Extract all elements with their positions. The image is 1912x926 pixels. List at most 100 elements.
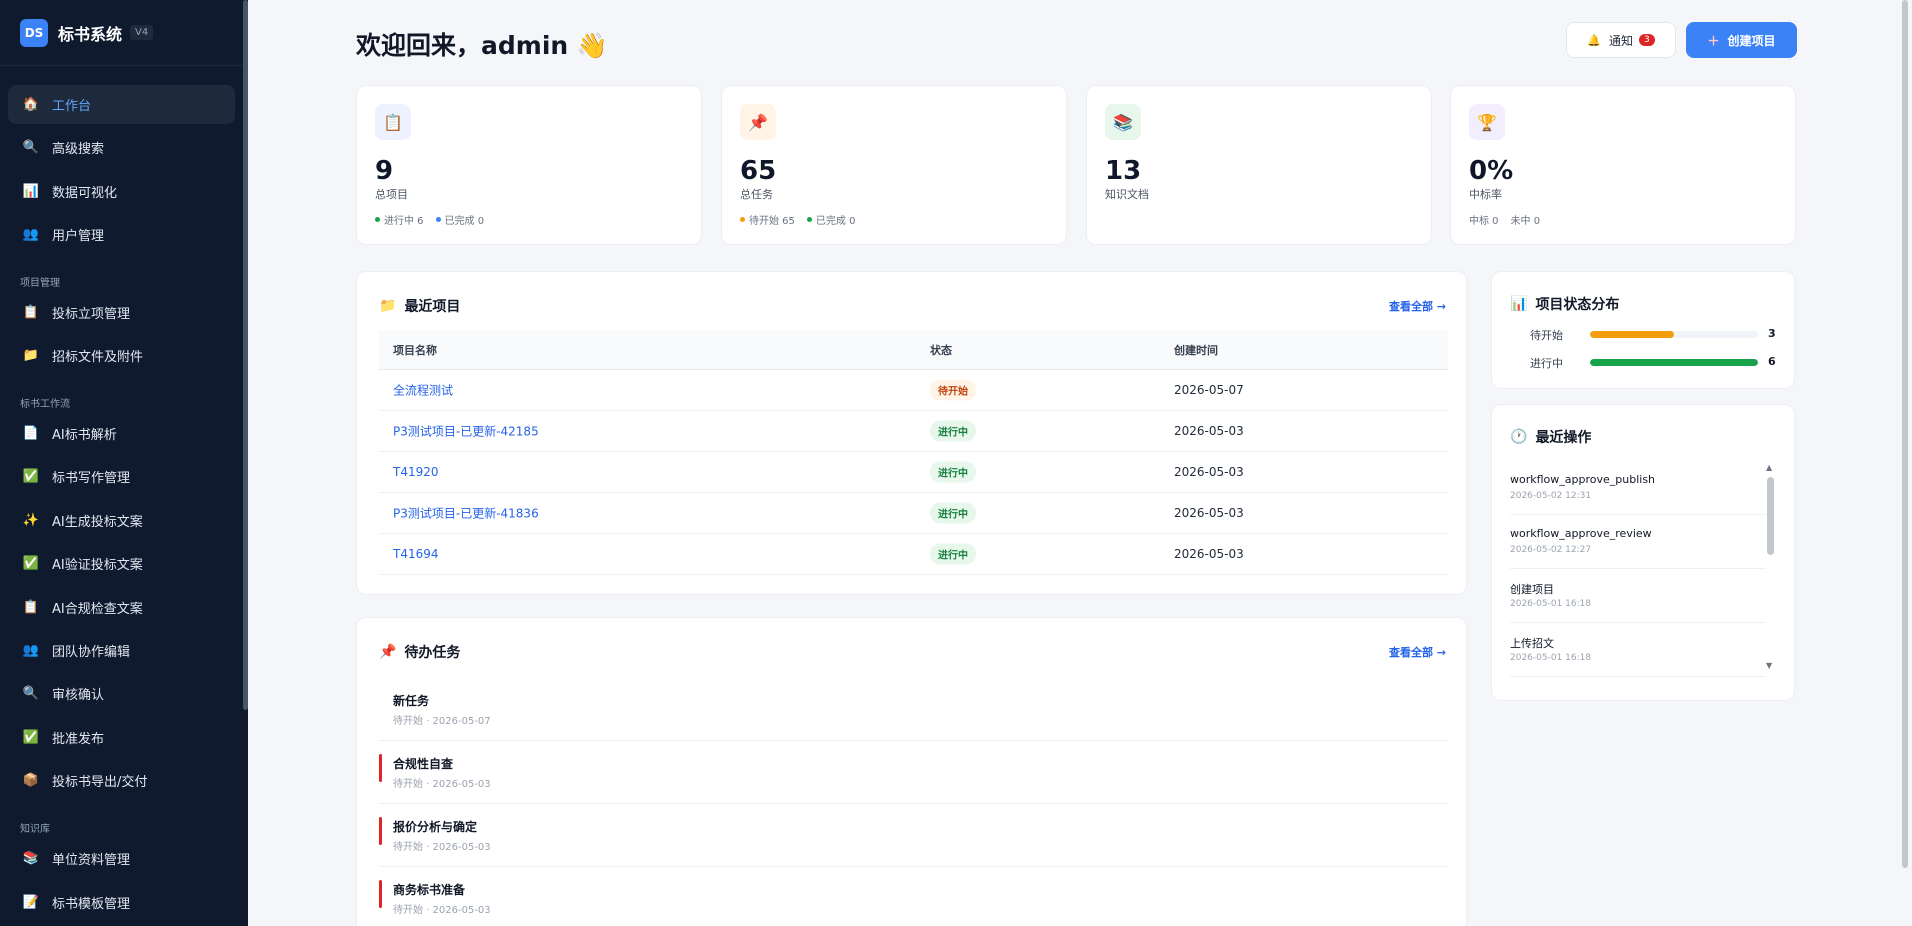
- task-item[interactable]: 报价分析与确定 待开始 · 2026-05-03: [379, 804, 1448, 867]
- table-row[interactable]: T41920 进行中 2026-05-03: [379, 452, 1448, 493]
- stat-sub-text: 已完成 0: [444, 216, 485, 227]
- operation-time: 2026-05-02 12:27: [1510, 545, 1592, 555]
- check-icon: ✅: [22, 556, 40, 571]
- operation-title: 上传招文: [1510, 637, 1554, 650]
- created-date: 2026-05-07: [1174, 383, 1244, 397]
- scroll-up-arrow-icon[interactable]: ▲: [1766, 463, 1772, 472]
- task-title: 合规性自查: [393, 757, 454, 771]
- status-badge: 待开始: [930, 379, 976, 401]
- table-row[interactable]: T41694 进行中 2026-05-03: [379, 534, 1448, 575]
- task-item[interactable]: 新任务 待开始 · 2026-05-07: [379, 678, 1448, 741]
- sidebar-item-workflow-0[interactable]: 📄 AI标书解析: [8, 414, 235, 453]
- package-icon: 📦: [22, 773, 40, 788]
- stat-card: 📚 13 知识文档: [1086, 85, 1432, 245]
- sidebar-item-label: 工作台: [52, 99, 92, 114]
- task-title: 报价分析与确定: [393, 820, 478, 834]
- table-row[interactable]: 全流程测试 待开始 2026-05-07: [379, 370, 1448, 411]
- operation-item[interactable]: workflow_approve_publish 2026-05-02 12:31: [1510, 461, 1766, 515]
- search-icon: 🔍: [22, 140, 40, 155]
- search-icon: 🔍: [22, 686, 40, 701]
- sidebar-item-workflow-1[interactable]: ✅ 标书写作管理: [8, 457, 235, 496]
- priority-bar: [379, 754, 382, 782]
- table-header: 项目名称 状态 创建时间: [379, 330, 1448, 370]
- operation-item[interactable]: 上传招文 2026-05-01 16:18: [1510, 623, 1766, 677]
- sidebar-item-workflow-7[interactable]: ✅ 批准发布: [8, 718, 235, 757]
- sidebar-item-project-1[interactable]: 📁 招标文件及附件: [8, 336, 235, 375]
- task-item[interactable]: 商务标书准备 待开始 · 2026-05-03: [379, 867, 1448, 926]
- sidebar-item-workflow-2[interactable]: ✨ AI生成投标文案: [8, 501, 235, 540]
- stat-sub-item: 待开始 65: [740, 212, 795, 227]
- document-icon: 📄: [22, 426, 40, 441]
- sparkles-icon: ✨: [22, 513, 40, 528]
- stat-sub-text: 未中 0: [1510, 216, 1541, 227]
- sidebar-item-label: AI标书解析: [52, 428, 117, 443]
- sidebar-item-label: 审核确认: [52, 688, 105, 703]
- project-name-link[interactable]: T41694: [393, 547, 439, 561]
- sidebar-item-label: 招标文件及附件: [52, 350, 144, 365]
- created-date: 2026-05-03: [1174, 506, 1244, 520]
- col-created[interactable]: 创建时间: [1174, 342, 1218, 358]
- notify-label: 通知: [1608, 33, 1633, 48]
- sidebar-item-label: AI生成投标文案: [52, 515, 143, 530]
- sidebar-item-top-1[interactable]: 🔍 高级搜索: [8, 128, 235, 167]
- sidebar-item-workflow-8[interactable]: 📦 投标书导出/交付: [8, 761, 235, 800]
- col-status[interactable]: 状态: [930, 342, 952, 358]
- created-date: 2026-05-03: [1174, 465, 1244, 479]
- notify-button[interactable]: 🔔 通知 3: [1566, 22, 1676, 58]
- project-name-link[interactable]: T41920: [393, 465, 439, 479]
- sidebar-item-label: 批准发布: [52, 732, 105, 747]
- status-badge: 进行中: [930, 502, 976, 524]
- sidebar-item-label: 用户管理: [52, 229, 105, 244]
- status-distribution-title-text: 项目状态分布: [1535, 297, 1620, 313]
- sidebar-item-kb-1[interactable]: 📝 标书模板管理: [8, 883, 235, 922]
- app-logo: DS: [20, 18, 48, 47]
- stat-label: 总任务: [740, 188, 773, 201]
- welcome-heading: 欢迎回来，admin 👋: [356, 31, 609, 60]
- sidebar-item-top-3[interactable]: 👥 用户管理: [8, 215, 235, 254]
- operation-item[interactable]: 创建项目 2026-05-01 16:18: [1510, 569, 1766, 623]
- sidebar-item-label: 标书写作管理: [52, 471, 131, 486]
- project-name-link[interactable]: 全流程测试: [393, 382, 453, 399]
- scroll-thumb[interactable]: [1767, 477, 1774, 555]
- sidebar-item-kb-0[interactable]: 📚 单位资料管理: [8, 839, 235, 878]
- create-project-button[interactable]: ＋ 创建项目: [1686, 22, 1797, 58]
- sidebar: DS 标书系统 V4 🏠 工作台 🔍 高级搜索 📊 数据可视化 👥 用户管理 项目管理 📋 投标立项…: [0, 0, 248, 926]
- sidebar-header: DS 标书系统 V4: [0, 0, 248, 66]
- sidebar-item-top-2[interactable]: 📊 数据可视化: [8, 172, 235, 211]
- project-name-link[interactable]: P3测试项目-已更新-42185: [393, 423, 539, 440]
- status-dot: [435, 217, 441, 222]
- status-dot: [375, 217, 380, 222]
- sidebar-item-label: 团队协作编辑: [52, 645, 131, 660]
- sidebar-item-workflow-3[interactable]: ✅ AI验证投标文案: [8, 544, 235, 583]
- todo-view-all-link[interactable]: 查看全部 →: [1389, 644, 1446, 660]
- recent-ops-title: 🕐 最近操作: [1510, 427, 1591, 447]
- stat-sub-item: 未中 0: [1511, 212, 1541, 227]
- sidebar-item-project-0[interactable]: 📋 投标立项管理: [8, 293, 235, 332]
- app-name: 标书系统: [58, 24, 123, 44]
- stat-card: 📋 9 总项目 进行中 6 已完成 0: [356, 85, 702, 245]
- recent-ops-title-text: 最近操作: [1535, 430, 1592, 446]
- operation-item[interactable]: workflow_approve_review 2026-05-02 12:27: [1510, 515, 1766, 569]
- status-dot: [806, 217, 812, 222]
- recent-projects-view-all-link[interactable]: 查看全部 →: [1389, 298, 1446, 314]
- sidebar-item-workflow-6[interactable]: 🔍 审核确认: [8, 674, 235, 713]
- table-row[interactable]: P3测试项目-已更新-42185 进行中 2026-05-03: [379, 411, 1448, 452]
- sidebar-item-workflow-5[interactable]: 👥 团队协作编辑: [8, 631, 235, 670]
- priority-bar: [379, 880, 382, 908]
- recent-ops-scrollbar[interactable]: ▲ ▼: [1766, 463, 1774, 671]
- project-name-link[interactable]: P3测试项目-已更新-41836: [393, 505, 539, 522]
- main-scrollbar[interactable]: [1902, 0, 1908, 868]
- pin-icon: 📌: [740, 104, 776, 140]
- clipboard-icon: 📋: [22, 305, 40, 320]
- todo-card: 📌 待办任务 查看全部 → 新任务 待开始 · 2026-05-07 合规性自查 待开…: [356, 617, 1467, 926]
- distribution-bar-track: [1590, 331, 1758, 338]
- sidebar-item-top-0[interactable]: 🏠 工作台: [8, 85, 235, 124]
- operation-time: 2026-05-01 16:18: [1510, 599, 1592, 609]
- sidebar-item-workflow-4[interactable]: 📋 AI合规检查文案: [8, 588, 235, 627]
- task-item[interactable]: 合规性自查 待开始 · 2026-05-03: [379, 741, 1448, 804]
- status-distribution-card: 📊 项目状态分布 待开始 3 进行中 6: [1491, 271, 1795, 389]
- scroll-down-arrow-icon[interactable]: ▼: [1766, 661, 1772, 670]
- table-row[interactable]: P3测试项目-已更新-41836 进行中 2026-05-03: [379, 493, 1448, 534]
- col-name[interactable]: 项目名称: [393, 342, 437, 358]
- trophy-icon: 🏆: [1469, 104, 1505, 140]
